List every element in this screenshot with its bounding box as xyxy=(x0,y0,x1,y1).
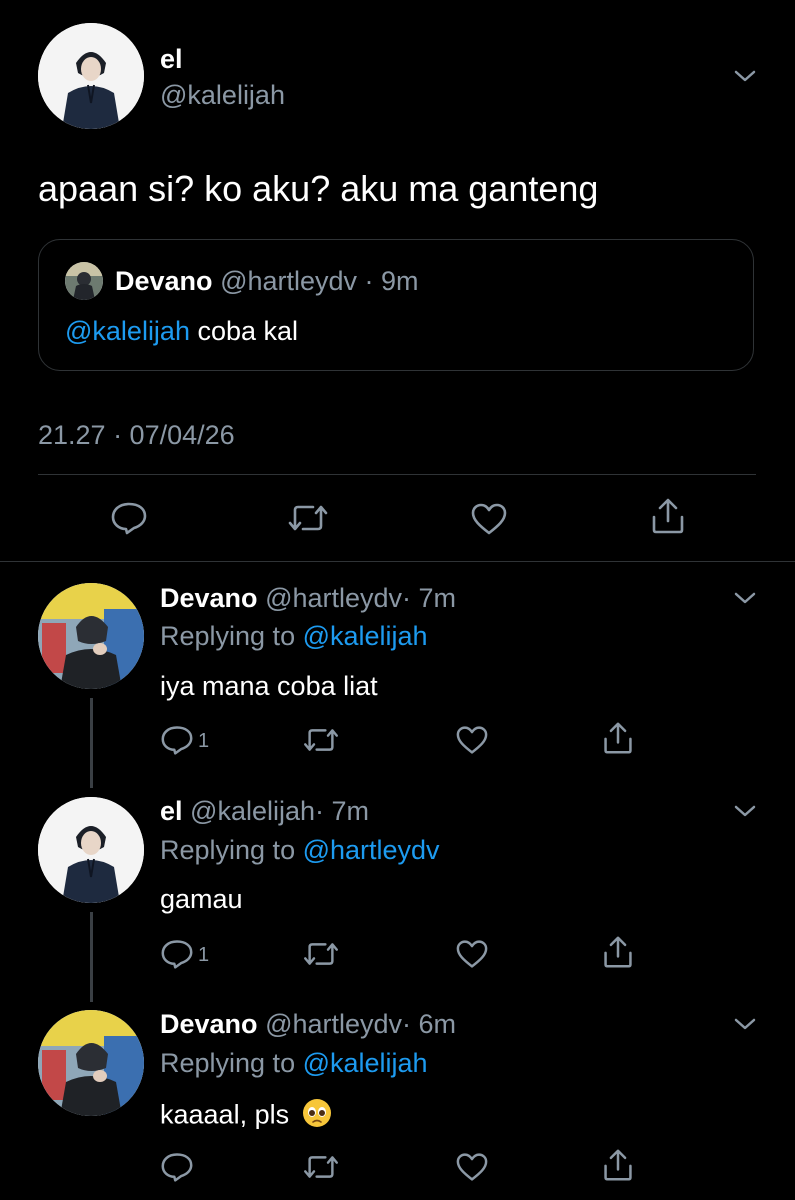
quoted-handle: @hartleydv xyxy=(220,266,358,296)
tweet-text: apaan si? ko aku? aku ma ganteng xyxy=(38,168,599,209)
divider xyxy=(0,561,795,562)
quoted-avatar xyxy=(65,262,103,300)
retweet-icon[interactable] xyxy=(302,1153,340,1181)
reply-time[interactable]: · 7m xyxy=(315,796,369,826)
reply-icon[interactable] xyxy=(160,724,194,756)
reply-text-body: kaaaal, pls xyxy=(160,1099,290,1130)
reply-name[interactable]: Devano xyxy=(160,583,258,613)
divider xyxy=(38,474,756,475)
reply-name[interactable]: el xyxy=(160,796,183,826)
reply-count: 1 xyxy=(198,730,210,752)
reply-count: 1 xyxy=(198,944,210,966)
tweet-timestamp[interactable]: 21.27 · 07/04/26 xyxy=(38,420,235,451)
replying-mention[interactable]: @hartleydv xyxy=(303,835,440,865)
reply-time[interactable]: · 6m xyxy=(402,1009,456,1039)
reply-header: Devano @hartleydv· 6m xyxy=(160,1009,456,1040)
share-icon[interactable] xyxy=(602,1148,634,1182)
reply-name[interactable]: Devano xyxy=(160,1009,258,1039)
quoted-tweet[interactable]: Devano @hartleydv · 9m @kalelijah coba k… xyxy=(38,239,754,371)
quoted-text: coba kal xyxy=(189,316,299,346)
reply-header: el @kalelijah· 7m xyxy=(160,796,369,827)
quoted-name: Devano xyxy=(115,266,213,296)
quoted-header: Devano @hartleydv · 9m xyxy=(115,266,419,297)
pleading-face-emoji xyxy=(301,1097,333,1136)
thread-line xyxy=(90,912,93,1002)
thread-line xyxy=(90,698,93,788)
quoted-body: @kalelijah coba kal xyxy=(65,316,298,347)
reply-handle[interactable]: @hartleydv xyxy=(265,1009,402,1039)
reply-header: Devano @hartleydv· 7m xyxy=(160,583,456,614)
reply-icon[interactable] xyxy=(110,500,148,536)
avatar[interactable] xyxy=(38,23,144,129)
author-name[interactable]: el xyxy=(160,44,183,75)
chevron-down-icon[interactable] xyxy=(733,588,757,613)
share-icon[interactable] xyxy=(602,935,634,969)
retweet-icon[interactable] xyxy=(287,502,329,534)
share-icon[interactable] xyxy=(602,721,634,755)
replying-mention[interactable]: @kalelijah xyxy=(303,1048,428,1078)
reply-time[interactable]: · 7m xyxy=(402,583,456,613)
author-handle[interactable]: @kalelijah xyxy=(160,80,285,111)
share-icon[interactable] xyxy=(650,497,686,535)
reply-text: iya mana coba liat xyxy=(160,671,378,701)
reply-text: kaaaal, pls xyxy=(160,1097,333,1136)
reply-icon[interactable] xyxy=(160,1151,194,1183)
replying-to: Replying to @kalelijah xyxy=(160,1048,428,1079)
replying-label: Replying to xyxy=(160,621,303,651)
replying-label: Replying to xyxy=(160,835,303,865)
like-icon[interactable] xyxy=(455,939,489,969)
reply-icon[interactable] xyxy=(160,938,194,970)
like-icon[interactable] xyxy=(455,725,489,755)
replying-mention[interactable]: @kalelijah xyxy=(303,621,428,651)
reply-text: gamau xyxy=(160,884,243,914)
quoted-mention[interactable]: @kalelijah xyxy=(65,316,190,346)
chevron-down-icon[interactable] xyxy=(733,801,757,826)
reply-handle[interactable]: @hartleydv xyxy=(265,583,402,613)
avatar[interactable] xyxy=(38,583,144,689)
retweet-icon[interactable] xyxy=(302,726,340,754)
retweet-icon[interactable] xyxy=(302,940,340,968)
replying-to: Replying to @kalelijah xyxy=(160,621,428,652)
like-icon[interactable] xyxy=(470,502,508,536)
reply-handle[interactable]: @kalelijah xyxy=(190,796,315,826)
quoted-time: · 9m xyxy=(364,266,419,296)
like-icon[interactable] xyxy=(455,1152,489,1182)
chevron-down-icon[interactable] xyxy=(733,66,757,91)
chevron-down-icon[interactable] xyxy=(733,1014,757,1039)
replying-label: Replying to xyxy=(160,1048,303,1078)
avatar[interactable] xyxy=(38,1010,144,1116)
replying-to: Replying to @hartleydv xyxy=(160,835,440,866)
avatar[interactable] xyxy=(38,797,144,903)
